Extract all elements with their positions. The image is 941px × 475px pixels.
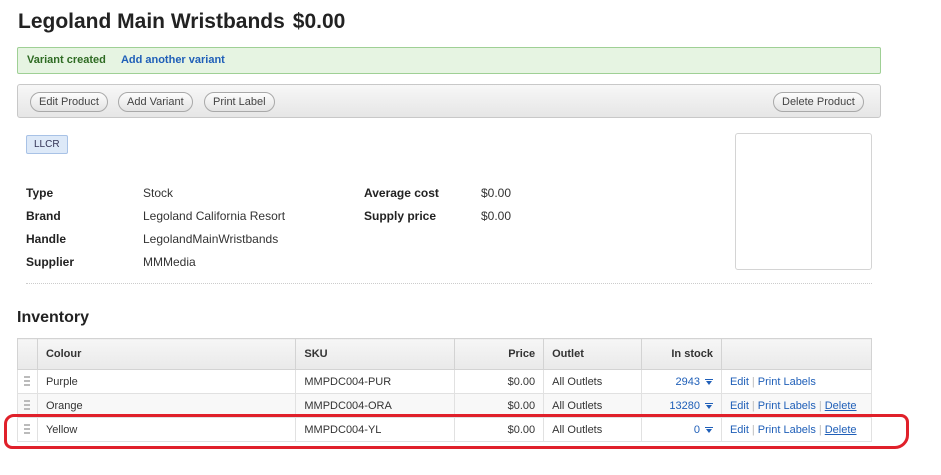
detail-label: Supply price — [364, 209, 437, 223]
delete-product-button[interactable]: Delete Product — [773, 92, 864, 112]
cell-outlet: All Outlets — [543, 417, 643, 442]
drag-handle[interactable] — [17, 417, 38, 442]
grip-icon — [24, 423, 31, 436]
detail-label: Average cost — [364, 186, 439, 200]
detail-value: Legoland California Resort — [143, 209, 286, 223]
cell-colour: Orange — [36, 393, 297, 418]
delete-link[interactable]: Delete — [825, 400, 857, 412]
table-row: Purple MMPDC004-PUR $0.00 All Outlets 29… — [17, 369, 873, 394]
column-header-actions — [720, 338, 873, 370]
grip-icon — [24, 399, 31, 412]
drag-handle[interactable] — [17, 393, 38, 418]
cell-price: $0.00 — [454, 393, 545, 418]
cost-details: Average cost $0.00 Supply price $0.00 — [364, 182, 511, 228]
cell-sku: MMPDC004-ORA — [295, 393, 456, 418]
add-variant-button[interactable]: Add Variant — [118, 92, 193, 112]
edit-link[interactable]: Edit — [730, 376, 749, 388]
separator: | — [818, 399, 822, 412]
cell-actions: Edit | Print Labels — [720, 369, 873, 394]
cell-colour: Purple — [36, 369, 297, 394]
detail-label: Brand — [26, 209, 61, 223]
edit-link[interactable]: Edit — [730, 400, 749, 412]
delete-link[interactable]: Delete — [825, 424, 857, 436]
cell-actions: Edit | Print Labels | Delete — [720, 393, 873, 418]
separator: | — [751, 375, 755, 388]
drag-column-header — [17, 338, 38, 370]
notice-message: Variant created — [27, 54, 106, 66]
cell-sku: MMPDC004-PUR — [295, 369, 456, 394]
download-arrow-icon[interactable] — [704, 378, 713, 385]
detail-row-type: Type Stock — [26, 182, 285, 205]
cell-price: $0.00 — [454, 417, 545, 442]
cell-colour: Yellow — [36, 417, 297, 442]
cell-in-stock: 0 — [641, 417, 722, 442]
detail-row-average-cost: Average cost $0.00 — [364, 182, 511, 205]
grip-icon — [24, 375, 31, 388]
add-another-variant-link[interactable]: Add another variant — [121, 54, 225, 66]
stock-link[interactable]: 2943 — [675, 376, 699, 388]
print-labels-link[interactable]: Print Labels — [758, 424, 816, 436]
detail-value: $0.00 — [481, 186, 512, 200]
inventory-table: Colour SKU Price Outlet In stock Purple … — [17, 338, 873, 442]
success-notice: Variant created Add another variant — [17, 47, 881, 74]
cell-actions: Edit | Print Labels | Delete — [720, 417, 873, 442]
download-arrow-icon[interactable] — [704, 426, 713, 433]
edit-product-button[interactable]: Edit Product — [30, 92, 108, 112]
cell-in-stock: 2943 — [641, 369, 722, 394]
separator: | — [751, 399, 755, 412]
stock-link[interactable]: 13280 — [669, 400, 700, 412]
detail-row-brand: Brand Legoland California Resort — [26, 205, 285, 228]
detail-value: $0.00 — [481, 209, 512, 223]
table-header-row: Colour SKU Price Outlet In stock — [17, 338, 873, 370]
column-header-colour: Colour — [36, 338, 297, 370]
edit-link[interactable]: Edit — [730, 424, 749, 436]
detail-value: LegolandMainWristbands — [143, 232, 279, 246]
column-header-sku: SKU — [295, 338, 456, 370]
detail-value: MMMedia — [143, 255, 196, 269]
cell-in-stock: 13280 — [641, 393, 722, 418]
product-toolbar: Edit Product Add Variant Print Label Del… — [17, 84, 881, 118]
detail-value: Stock — [143, 186, 174, 200]
download-arrow-icon[interactable] — [704, 402, 713, 409]
drag-handle[interactable] — [17, 369, 38, 394]
print-label-button[interactable]: Print Label — [204, 92, 275, 112]
separator: | — [818, 423, 822, 436]
print-labels-link[interactable]: Print Labels — [758, 376, 816, 388]
product-name: Legoland Main Wristbands — [18, 10, 285, 33]
column-header-price: Price — [454, 338, 545, 370]
product-tag[interactable]: LLCR — [26, 135, 68, 154]
cell-outlet: All Outlets — [543, 369, 643, 394]
separator: | — [751, 423, 755, 436]
inventory-heading: Inventory — [17, 309, 90, 326]
detail-row-supply-price: Supply price $0.00 — [364, 205, 511, 228]
detail-label: Supplier — [26, 255, 75, 269]
detail-label: Type — [26, 186, 54, 200]
detail-row-supplier: Supplier MMMedia — [26, 251, 285, 274]
divider — [26, 283, 872, 284]
table-row: Yellow MMPDC004-YL $0.00 All Outlets 0 E… — [17, 417, 873, 442]
column-header-outlet: Outlet — [543, 338, 643, 370]
cell-price: $0.00 — [454, 369, 545, 394]
product-price: $0.00 — [292, 10, 346, 33]
detail-label: Handle — [26, 232, 67, 246]
cell-outlet: All Outlets — [543, 393, 643, 418]
print-labels-link[interactable]: Print Labels — [758, 400, 816, 412]
product-details: Type Stock Brand Legoland California Resor… — [26, 182, 285, 274]
table-row: Orange MMPDC004-ORA $0.00 All Outlets 13… — [17, 393, 873, 418]
page-title: Legoland Main Wristbands $0.00 — [18, 10, 345, 34]
cell-sku: MMPDC004-YL — [295, 417, 456, 442]
product-image-placeholder[interactable] — [735, 133, 872, 270]
stock-link[interactable]: 0 — [694, 424, 700, 436]
detail-row-handle: Handle LegolandMainWristbands — [26, 228, 285, 251]
column-header-in-stock: In stock — [641, 338, 722, 370]
